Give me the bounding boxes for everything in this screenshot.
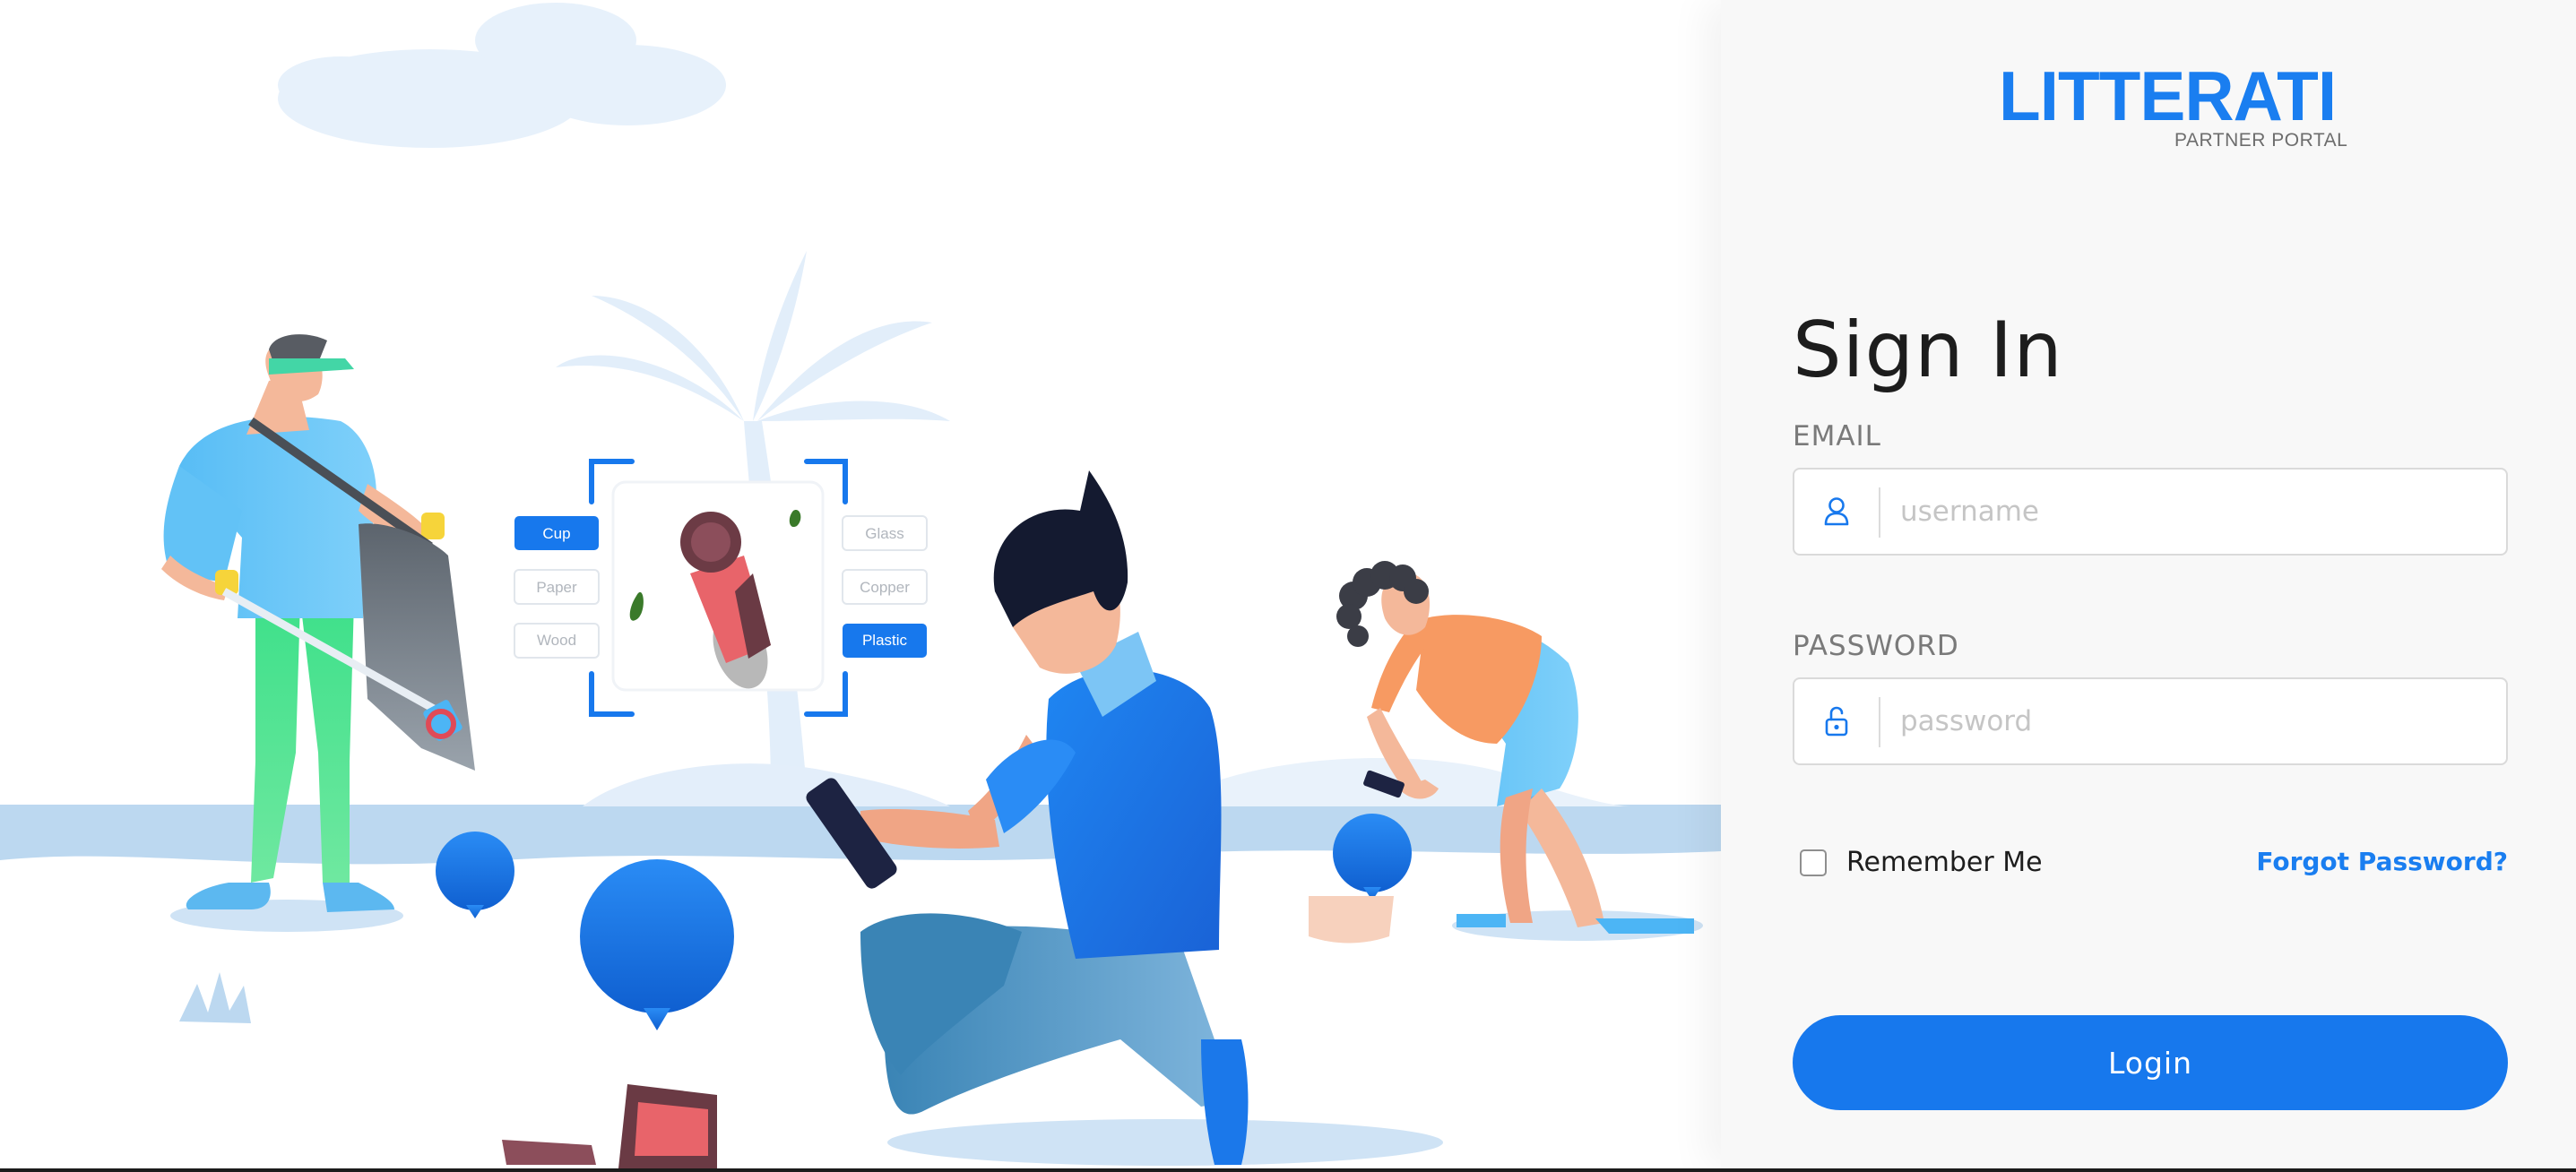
password-field[interactable] xyxy=(1793,677,2508,765)
field-divider xyxy=(1879,697,1880,747)
login-button[interactable]: Login xyxy=(1793,1015,2508,1110)
password-input[interactable] xyxy=(1900,679,2492,763)
email-label: EMAIL xyxy=(1793,420,1881,452)
window-bottom-edge xyxy=(0,1168,2576,1172)
logo-subtitle: PARTNER PORTAL xyxy=(2174,130,2348,151)
logo-wordmark: LITTERATI xyxy=(1999,56,2337,135)
tag-cup: Cup xyxy=(514,516,599,550)
svg-text:Glass: Glass xyxy=(865,525,903,542)
password-label: PASSWORD xyxy=(1793,630,1959,662)
field-divider xyxy=(1879,487,1880,538)
email-field[interactable] xyxy=(1793,468,2508,556)
tag-paper: Paper xyxy=(514,569,600,605)
litterati-logo: LITTERATI PARTNER PORTAL xyxy=(1999,61,2402,159)
tag-wood: Wood xyxy=(514,623,600,659)
scanner-panel xyxy=(589,459,848,717)
sign-in-panel: LITTERATI PARTNER PORTAL Sign In EMAIL P… xyxy=(1721,0,2576,1168)
page-title: Sign In xyxy=(1793,306,2063,395)
litter-pickup-illustration: Cup Paper Wood Glass Copper Plastic xyxy=(0,3,1721,1168)
svg-text:Plastic: Plastic xyxy=(862,632,908,649)
remember-me-checkbox[interactable] xyxy=(1800,849,1827,876)
user-icon xyxy=(1794,470,1879,554)
remember-me[interactable]: Remember Me xyxy=(1800,847,2043,878)
email-input[interactable] xyxy=(1900,470,2492,554)
svg-text:Cup: Cup xyxy=(542,525,570,542)
unlock-icon xyxy=(1794,679,1879,763)
island-shape xyxy=(583,763,950,806)
svg-text:Wood: Wood xyxy=(537,632,576,649)
remember-me-label: Remember Me xyxy=(1846,847,2043,878)
grass-tuft xyxy=(179,972,251,1023)
forgot-password-link[interactable]: Forgot Password? xyxy=(2256,847,2508,876)
tag-glass: Glass xyxy=(842,515,928,551)
tag-plastic: Plastic xyxy=(843,624,927,658)
hero-illustration: Cup Paper Wood Glass Copper Plastic xyxy=(0,0,1721,1168)
svg-text:Paper: Paper xyxy=(536,579,577,596)
svg-text:Copper: Copper xyxy=(860,579,910,596)
tag-copper: Copper xyxy=(842,569,928,605)
cloud-shape xyxy=(278,3,726,148)
